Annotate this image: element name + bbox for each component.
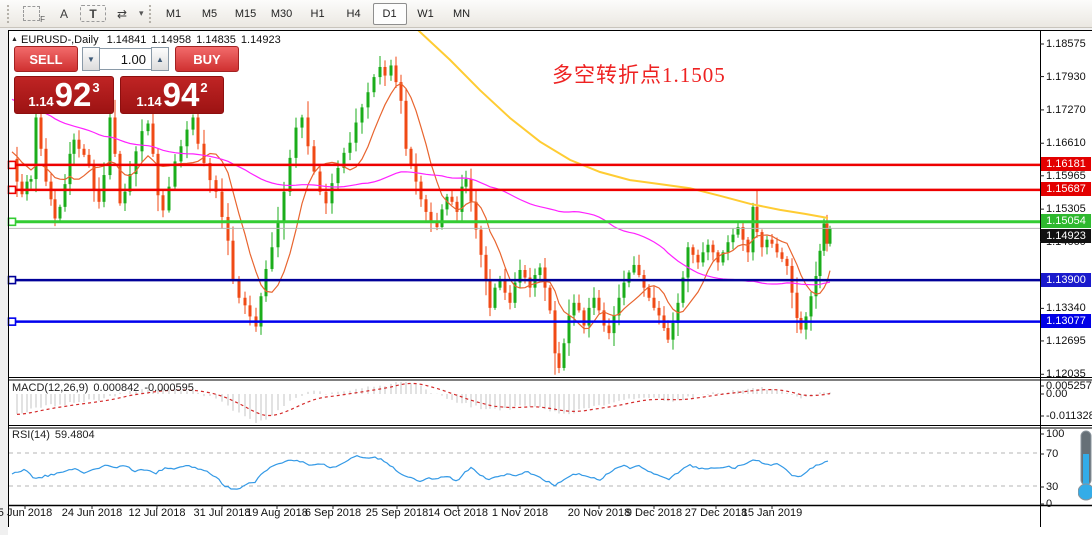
timeframe-m15[interactable]: M15 bbox=[229, 3, 263, 25]
volume-increase-button[interactable]: ▲ bbox=[151, 47, 169, 71]
buy-price-big: 94 bbox=[163, 77, 200, 113]
cursor-tool-icon[interactable]: A bbox=[48, 3, 80, 25]
toolbar-grip[interactable] bbox=[6, 5, 10, 23]
mt4-window: F A T ⇄ ▾ M1M5M15M30H1H4D1W1MN ▲ EURUSD-… bbox=[0, 0, 1092, 535]
sell-button[interactable]: SELL bbox=[14, 46, 78, 72]
sell-price-tile[interactable]: 1.14 92 3 bbox=[14, 76, 114, 114]
thermometer-icon bbox=[1078, 428, 1092, 508]
chart-text-annotation: 多空转折点1.1505 bbox=[552, 59, 726, 89]
macd-value: 0.000842 bbox=[93, 382, 139, 394]
ohlc-close: 1.14923 bbox=[241, 34, 281, 46]
volume-input[interactable] bbox=[100, 48, 151, 70]
ohlc-open: 1.14841 bbox=[107, 34, 147, 46]
sell-price-big: 92 bbox=[55, 77, 92, 113]
macd-indicator-label: MACD(12,26,9) 0.000842 -0.000595 bbox=[12, 382, 199, 394]
chart-shift-icon[interactable]: F bbox=[14, 3, 48, 25]
ohlc-low: 1.14835 bbox=[196, 34, 236, 46]
timeframe-h4[interactable]: H4 bbox=[337, 3, 371, 25]
dashed-box-icon bbox=[23, 6, 40, 21]
rsi-indicator-label: RSI(14) 59.4804 bbox=[12, 429, 100, 441]
buy-price-prefix: 1.14 bbox=[136, 94, 161, 109]
toolbar: F A T ⇄ ▾ M1M5M15M30H1H4D1W1MN bbox=[0, 0, 1092, 28]
dropdown-caret-icon[interactable]: ▾ bbox=[139, 8, 144, 19]
timeframe-d1[interactable]: D1 bbox=[373, 3, 407, 25]
timeframe-group: M1M5M15M30H1H4D1W1MN bbox=[156, 3, 480, 25]
symbol-period-label: EURUSD-,Daily bbox=[21, 34, 99, 46]
timeframe-m1[interactable]: M1 bbox=[157, 3, 191, 25]
rsi-name: RSI(14) bbox=[12, 429, 50, 441]
text-tool-icon[interactable]: T bbox=[80, 5, 106, 22]
arrows-tool-icon[interactable]: ⇄ bbox=[106, 3, 138, 25]
buy-button[interactable]: BUY bbox=[175, 46, 239, 72]
sell-price-prefix: 1.14 bbox=[28, 94, 53, 109]
sell-price-pip: 3 bbox=[92, 80, 99, 95]
timeframe-mn[interactable]: MN bbox=[445, 3, 479, 25]
rsi-value: 59.4804 bbox=[55, 429, 95, 441]
f-label: F bbox=[40, 15, 45, 24]
volume-decrease-button[interactable]: ▼ bbox=[82, 47, 100, 71]
buy-price-tile[interactable]: 1.14 94 2 bbox=[120, 76, 224, 114]
timeframe-h1[interactable]: H1 bbox=[301, 3, 335, 25]
timeframe-w1[interactable]: W1 bbox=[409, 3, 443, 25]
ohlc-high: 1.14958 bbox=[151, 34, 191, 46]
timeframe-m5[interactable]: M5 bbox=[193, 3, 227, 25]
chart-title: EURUSD-,Daily 1.14841 1.14958 1.14835 1.1492… bbox=[21, 34, 286, 46]
collapse-triangle-icon[interactable]: ▲ bbox=[11, 36, 18, 43]
buy-price-pip: 2 bbox=[200, 80, 207, 95]
timeframe-m30[interactable]: M30 bbox=[265, 3, 299, 25]
macd-name: MACD(12,26,9) bbox=[12, 382, 88, 394]
one-click-trading-panel: SELL ▼ ▲ BUY 1.14 92 3 1.14 94 2 bbox=[14, 46, 240, 114]
toolbar-grip[interactable] bbox=[148, 5, 152, 23]
macd-signal-value: -0.000595 bbox=[144, 382, 194, 394]
